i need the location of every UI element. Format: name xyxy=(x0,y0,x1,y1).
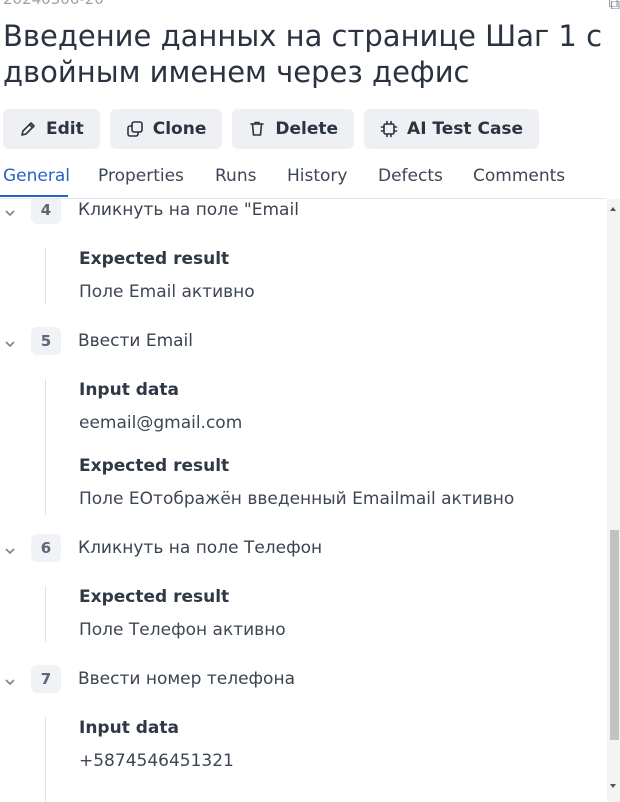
expected-result-value: Поле Email активно xyxy=(79,282,255,302)
clone-button[interactable]: Clone xyxy=(109,109,223,149)
page-title: Введение данных на странице Шаг 1 с двой… xyxy=(3,19,603,89)
chevron-down-icon[interactable] xyxy=(4,542,16,555)
input-data-label: Input data xyxy=(79,718,179,738)
edit-label: Edit xyxy=(46,119,84,139)
steps-list: 4 Кликнуть на поле "Email Expected resul… xyxy=(0,199,606,802)
expected-result-label: Expected result xyxy=(79,456,230,476)
edit-button[interactable]: Edit xyxy=(3,109,100,149)
expected-result-label: Expected result xyxy=(79,587,230,607)
active-tab-indicator xyxy=(0,195,68,197)
step-divider xyxy=(45,717,46,802)
scrollbar-thumb[interactable] xyxy=(610,530,619,740)
delete-button[interactable]: Delete xyxy=(232,109,355,149)
step-number: 7 xyxy=(31,665,61,693)
open-in-new-icon[interactable]: ⧉ xyxy=(609,0,620,14)
copy-icon xyxy=(126,121,143,137)
ai-test-case-button[interactable]: AI Test Case xyxy=(364,109,540,149)
ai-test-case-label: AI Test Case xyxy=(407,119,524,139)
scroll-down-arrow-icon[interactable] xyxy=(610,784,616,788)
step-title[interactable]: Ввести Email xyxy=(78,331,193,351)
expected-result-label: Expected result xyxy=(79,249,230,269)
window-controls: ⧉ xyxy=(609,0,620,14)
case-id-meta: 20240306-20 xyxy=(3,0,104,8)
clone-label: Clone xyxy=(152,119,207,139)
tab-general[interactable]: General xyxy=(3,166,70,186)
input-data-value: eemail@gmail.com xyxy=(79,413,243,433)
tab-comments[interactable]: Comments xyxy=(473,166,565,186)
delete-label: Delete xyxy=(275,119,339,139)
expected-result-value: Поле Телефон активно xyxy=(79,620,286,640)
vertical-scrollbar[interactable] xyxy=(607,199,620,802)
tab-runs[interactable]: Runs xyxy=(215,166,256,186)
tab-properties[interactable]: Properties xyxy=(98,166,184,186)
chevron-down-icon[interactable] xyxy=(4,204,16,217)
step-number: 4 xyxy=(31,199,61,224)
tab-history[interactable]: History xyxy=(287,166,347,186)
step-divider xyxy=(45,248,46,304)
step-divider xyxy=(45,586,46,642)
tab-bar: General Properties Runs History Defects … xyxy=(0,160,606,199)
toolbar: Edit Clone Delete AI Test Case xyxy=(3,109,540,149)
step-title[interactable]: Кликнуть на поле Телефон xyxy=(78,538,322,558)
expected-result-value: Поле ЕОтображён введенный Emailmail акти… xyxy=(79,489,515,509)
step-title[interactable]: Ввести номер телефона xyxy=(78,669,295,689)
chip-icon xyxy=(380,120,398,138)
tab-defects[interactable]: Defects xyxy=(378,166,443,186)
trash-icon xyxy=(250,121,265,136)
pencil-icon xyxy=(21,122,35,136)
input-data-value: +5874546451321 xyxy=(79,751,234,771)
chevron-down-icon[interactable] xyxy=(4,335,16,348)
scroll-up-arrow-icon[interactable] xyxy=(610,207,616,211)
input-data-label: Input data xyxy=(79,380,179,400)
step-number: 5 xyxy=(31,327,61,355)
chevron-down-icon[interactable] xyxy=(4,673,16,686)
step-divider xyxy=(45,379,46,515)
step-title[interactable]: Кликнуть на поле "Email xyxy=(78,200,299,220)
step-number: 6 xyxy=(31,534,61,562)
